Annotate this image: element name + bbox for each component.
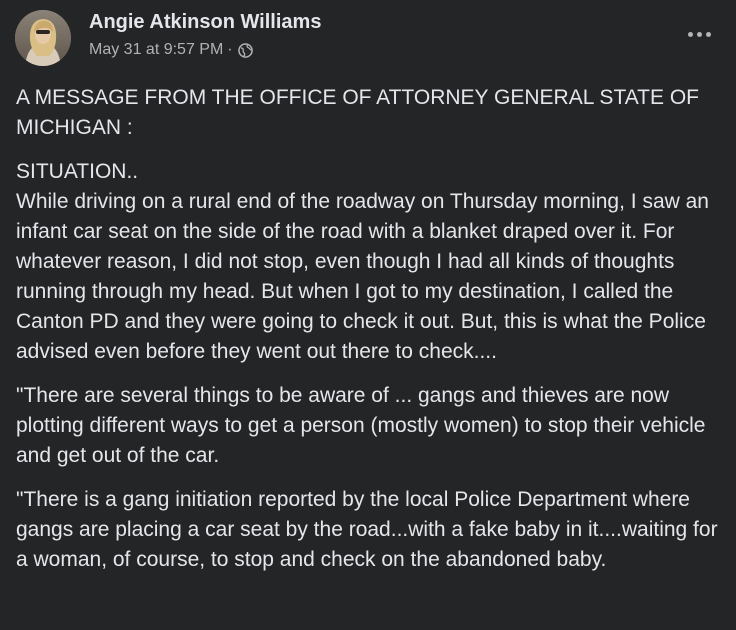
avatar-photo — [15, 10, 71, 66]
author-name[interactable]: Angie Atkinson Williams — [89, 11, 321, 34]
post-paragraph: "There are several things to be aware of… — [16, 384, 706, 467]
post-paragraph: SITUATION.. While driving on a rural end… — [16, 160, 709, 363]
more-options-icon[interactable] — [684, 22, 714, 46]
post-meta: May 31 at 9:57 PM · — [89, 41, 253, 59]
post-paragraph: "There is a gang initiation reported by … — [16, 488, 718, 571]
globe-icon[interactable] — [237, 42, 253, 58]
timestamp[interactable]: May 31 at 9:57 PM — [89, 41, 223, 59]
post-paragraph: A MESSAGE FROM THE OFFICE OF ATTORNEY GE… — [16, 86, 699, 139]
meta-separator: · — [227, 41, 233, 58]
avatar[interactable] — [15, 10, 71, 66]
facebook-post: Angie Atkinson Williams May 31 at 9:57 P… — [0, 0, 736, 630]
post-body: A MESSAGE FROM THE OFFICE OF ATTORNEY GE… — [16, 83, 721, 589]
